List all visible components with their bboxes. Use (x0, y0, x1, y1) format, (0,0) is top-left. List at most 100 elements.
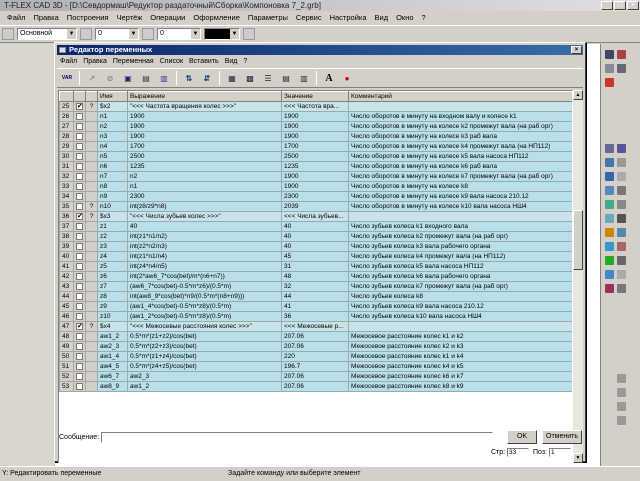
table-row[interactable]: 49 aw2_3 0.5*m*(z2+z3)/cos(bet) 207.06 Межос… (59, 341, 572, 352)
var-name[interactable]: z3 (97, 241, 128, 252)
table-row[interactable]: 46 z10 (aw1_2*cos(bet)-0.5*m*z8)/(0.5*m) 36… (59, 311, 572, 322)
layer-icon[interactable] (80, 28, 92, 40)
grid-scrollbar[interactable]: ▲ ▼ (573, 90, 583, 463)
var-expression[interactable]: 0.5*m*(z1+z4)/cos(bet) (127, 351, 282, 362)
var-name[interactable]: $x4 (97, 321, 128, 332)
var-expression[interactable]: "<<< Частота вращения колес >>>" (127, 101, 282, 112)
tool-icon[interactable] (617, 214, 626, 223)
save-icon[interactable]: ▣ (120, 71, 136, 86)
var-expression[interactable]: aw2_3 (127, 371, 282, 382)
tool-icon[interactable] (617, 228, 626, 237)
col-value[interactable]: Значение (281, 91, 349, 102)
var-name[interactable]: z10 (97, 311, 128, 322)
table-row[interactable]: 35? n10 int(z8/z9*n8) 2039 Число оборотов в … (59, 201, 572, 212)
tool-icon[interactable] (617, 284, 626, 293)
menu-parameters[interactable]: Параметры (244, 13, 292, 22)
checkbox[interactable] (76, 202, 83, 210)
var-name[interactable]: n3 (97, 131, 128, 142)
row-checkbox[interactable] (73, 141, 86, 152)
table-row[interactable]: 37 z1 40 40 Число зубьев колеса k1 входного … (59, 221, 572, 232)
var-name[interactable]: z1 (97, 221, 128, 232)
row-checkbox[interactable]: ✔ (73, 101, 86, 112)
tool-icon[interactable] (605, 200, 614, 209)
filter-icon[interactable]: ▥ (296, 71, 312, 86)
row-checkbox[interactable] (73, 311, 86, 322)
color-palette-icon[interactable]: ● (339, 71, 355, 86)
checkbox[interactable] (76, 152, 83, 160)
forbid-icon[interactable]: ⊘ (102, 71, 118, 86)
tool-icon[interactable] (617, 416, 626, 425)
var-expression[interactable]: int(z1*n1/n2) (127, 231, 282, 242)
cursor-icon[interactable]: ↗ (84, 71, 100, 86)
row-checkbox[interactable] (73, 191, 86, 202)
checkbox[interactable] (76, 142, 83, 150)
dlg-menu-view[interactable]: Вид (222, 56, 241, 67)
table-row[interactable]: 38 z2 int(z1*n1/n2) 40 Число зубьев колеса k… (59, 231, 572, 242)
tool-icon[interactable] (617, 256, 626, 265)
table-row[interactable]: 33 n8 n1 1900 Число оборотов в минуту на кол… (59, 181, 572, 192)
table-row[interactable]: 44 z8 int(aw8_9*cos(bet)*n9/(0.5*m*(n8+n9)… (59, 291, 572, 302)
var-expression[interactable]: int(z8/z9*n8) (127, 201, 282, 212)
table-row[interactable]: 51 aw4_5 0.5*m*(z4+z5)/cos(bet) 196.7 Межосе… (59, 361, 572, 372)
var-expression[interactable]: 1900 (127, 111, 282, 122)
cancel-button[interactable]: Отменить (542, 430, 582, 444)
checkbox[interactable] (76, 332, 83, 340)
tool-icon[interactable] (605, 242, 614, 251)
var-expression[interactable]: int(z4*n4/n5) (127, 261, 282, 272)
checkbox[interactable] (76, 272, 83, 280)
dlg-menu-insert[interactable]: Вставить (186, 56, 222, 67)
maximize-button[interactable]: □ (614, 1, 626, 10)
import-icon[interactable]: ▥ (156, 71, 172, 86)
var-expression[interactable]: 1900 (127, 131, 282, 142)
var-expression[interactable]: "<<< Числа зубьев колес >>>" (127, 211, 282, 222)
sort-icon[interactable]: ⇅ (181, 71, 197, 86)
row-checkbox[interactable] (73, 331, 86, 342)
tool-icon[interactable] (617, 242, 626, 251)
tool-icon[interactable] (605, 186, 614, 195)
var-expression[interactable]: 0.5*m*(z1+z2)/cos(bet) (127, 331, 282, 342)
col-expression[interactable]: Выражение (127, 91, 282, 102)
sort-desc-icon[interactable]: ⇵ (199, 71, 215, 86)
ok-button[interactable]: OK (507, 430, 537, 444)
table-row[interactable]: 36 ✔? $x3 "<<< Числа зубьев колес >>>" <<< Ч… (59, 211, 572, 222)
menu-settings[interactable]: Настройка (326, 13, 371, 22)
dlg-menu-list[interactable]: Список (157, 56, 186, 67)
table-row[interactable]: 26 n1 1900 1900 Число оборотов в минуту на в… (59, 111, 572, 122)
checkbox[interactable] (76, 182, 83, 190)
menu-view[interactable]: Вид (371, 13, 393, 22)
var-name[interactable]: z2 (97, 231, 128, 242)
priority-field[interactable]: 0 ▼ (157, 28, 201, 40)
row-checkbox[interactable] (73, 121, 86, 132)
row-checkbox[interactable] (73, 301, 86, 312)
col-comment[interactable]: Комментарий (348, 91, 572, 102)
tool-icon[interactable] (617, 144, 626, 153)
row-checkbox[interactable] (73, 371, 86, 382)
table-row[interactable]: 29 n4 1700 1700 Число оборотов в минуту на к… (59, 141, 572, 152)
checkbox[interactable] (76, 242, 83, 250)
menu-edit[interactable]: Правка (29, 13, 62, 22)
table-row[interactable]: 43 z7 (aw6_7*cos(bet)-0.5*m*z6)/(0.5*m) 32 Ч… (59, 281, 572, 292)
table-row[interactable]: 39 z3 int(z2*n2/n3) 40 Число зубьев колеса k… (59, 241, 572, 252)
row-checkbox[interactable] (73, 381, 86, 392)
menu-service[interactable]: Сервис (292, 13, 326, 22)
table-row[interactable]: 30 n5 2500 2500 Число оборотов в минуту на к… (59, 151, 572, 162)
var-name[interactable]: z7 (97, 281, 128, 292)
checkbox[interactable] (76, 282, 83, 290)
var-expression[interactable]: (aw6_7*cos(bet)-0.5*m*z6)/(0.5*m) (127, 281, 282, 292)
line-type-icon[interactable] (243, 28, 255, 40)
table-row[interactable]: 25 ✔? $x2 "<<< Частота вращения колес >>>" <… (59, 101, 572, 112)
tool-icon[interactable] (605, 64, 614, 73)
checkbox[interactable] (76, 382, 83, 390)
table-row[interactable]: 45 z9 (aw1_4*cos(bet)-0.5*m*z8)/(0.5*m) 41 Ч… (59, 301, 572, 312)
var-name[interactable]: aw8_9 (97, 381, 128, 392)
var-expression[interactable]: 1235 (127, 161, 282, 172)
checkbox[interactable] (76, 342, 83, 350)
var-name[interactable]: aw2_3 (97, 341, 128, 352)
minimize-button[interactable]: _ (601, 1, 613, 10)
menu-help[interactable]: ? (418, 13, 430, 22)
tool-icon[interactable] (605, 78, 614, 87)
var-expression[interactable]: 2300 (127, 191, 282, 202)
level-field[interactable]: 0 ▼ (95, 28, 139, 40)
row-checkbox[interactable] (73, 161, 86, 172)
var-name[interactable]: n1 (97, 111, 128, 122)
